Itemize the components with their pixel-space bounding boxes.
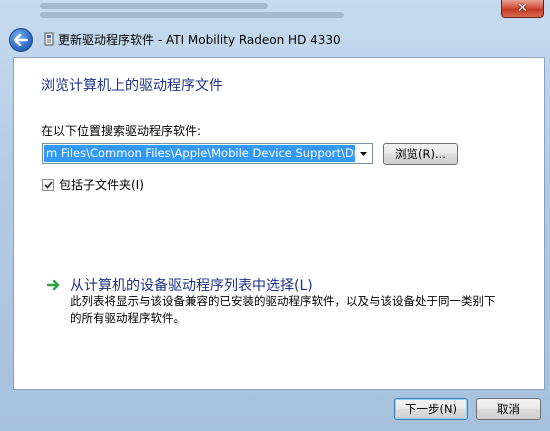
background-blur — [40, 0, 420, 22]
combobox-dropdown-button[interactable] — [355, 144, 372, 163]
checkbox-box[interactable] — [42, 178, 54, 191]
include-subfolders-checkbox[interactable]: 包括子文件夹(I) — [42, 176, 144, 193]
pick-from-list-description: 此列表将显示与该设备兼容的已安装的驱动程序软件，以及与该设备处于同一类别下的所有… — [70, 294, 496, 325]
green-arrow-icon — [47, 279, 60, 291]
path-input[interactable]: m Files\Common Files\Apple\Mobile Device… — [44, 145, 355, 162]
close-icon: ✕ — [517, 1, 528, 16]
next-button[interactable]: 下一步(N) — [394, 398, 468, 420]
search-location-label: 在以下位置搜索驱动程序软件: — [41, 124, 202, 138]
window-title: 更新驱动程序软件 - ATI Mobility Radeon HD 4330 — [58, 33, 341, 47]
back-arrow-icon — [14, 34, 28, 46]
content-panel: 浏览计算机上的驱动程序文件 在以下位置搜索驱动程序软件: m Files\Com… — [13, 57, 545, 390]
window-frame: ✕ 更新驱动程序软件 - ATI Mobility Radeon HD 4330… — [0, 0, 550, 431]
wizard-icon — [44, 32, 54, 46]
browse-button[interactable]: 浏览(R)... — [383, 143, 458, 165]
back-button[interactable] — [9, 28, 33, 52]
path-combobox[interactable]: m Files\Common Files\Apple\Mobile Device… — [42, 143, 373, 164]
close-button[interactable]: ✕ — [501, 0, 544, 18]
checkmark-icon — [43, 180, 53, 189]
page-heading: 浏览计算机上的驱动程序文件 — [41, 78, 223, 94]
pick-from-list-link[interactable]: 从计算机的设备驱动程序列表中选择(L) — [70, 275, 313, 295]
dropdown-arrow-icon — [360, 151, 367, 156]
include-subfolders-label: 包括子文件夹(I) — [59, 178, 144, 192]
cancel-button[interactable]: 取消 — [476, 398, 541, 420]
